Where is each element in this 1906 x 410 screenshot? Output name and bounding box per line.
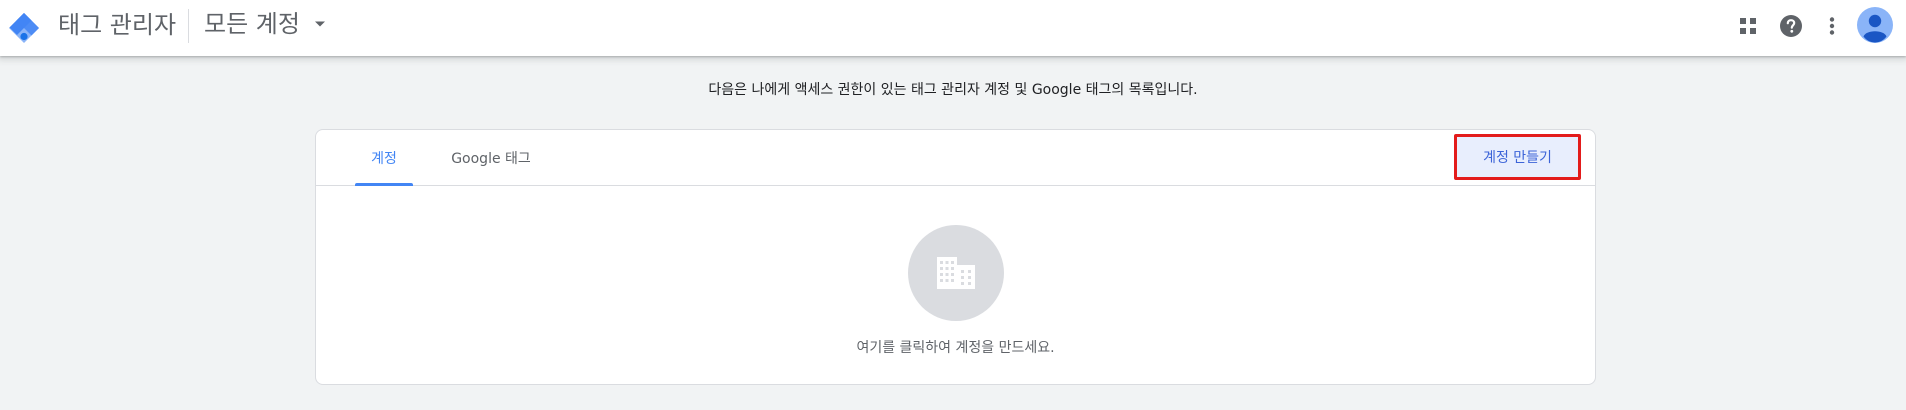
accounts-card: 계정 Google 태그 계정 만들기 여기를 클릭하여 계정을 만드세요. bbox=[315, 129, 1596, 385]
tag-manager-logo-icon[interactable] bbox=[7, 11, 41, 45]
tab-bar: 계정 Google 태그 계정 만들기 bbox=[316, 130, 1595, 186]
help-icon[interactable] bbox=[1775, 10, 1807, 42]
intro-text: 다음은 나에게 액세스 권한이 있는 태그 관리자 계정 및 Google 태그… bbox=[708, 82, 1198, 98]
empty-state-text[interactable]: 여기를 클릭하여 계정을 만드세요. bbox=[316, 338, 1595, 358]
create-account-button[interactable]: 계정 만들기 bbox=[1454, 134, 1581, 180]
more-vert-icon[interactable] bbox=[1816, 10, 1848, 42]
dropdown-arrow-icon bbox=[314, 18, 326, 30]
top-app-bar: 태그 관리자 모든 계정 bbox=[0, 0, 1906, 56]
account-selector-label: 모든 계정 bbox=[204, 10, 300, 38]
app-title: 태그 관리자 bbox=[58, 11, 177, 39]
tab-accounts[interactable]: 계정 bbox=[355, 130, 413, 186]
account-avatar-icon[interactable] bbox=[1857, 7, 1893, 43]
header-divider bbox=[188, 9, 189, 43]
account-selector[interactable]: 모든 계정 bbox=[204, 8, 326, 40]
apps-icon[interactable] bbox=[1732, 10, 1764, 42]
tab-google-tag[interactable]: Google 태그 bbox=[432, 130, 550, 185]
building-icon[interactable] bbox=[908, 225, 1004, 321]
